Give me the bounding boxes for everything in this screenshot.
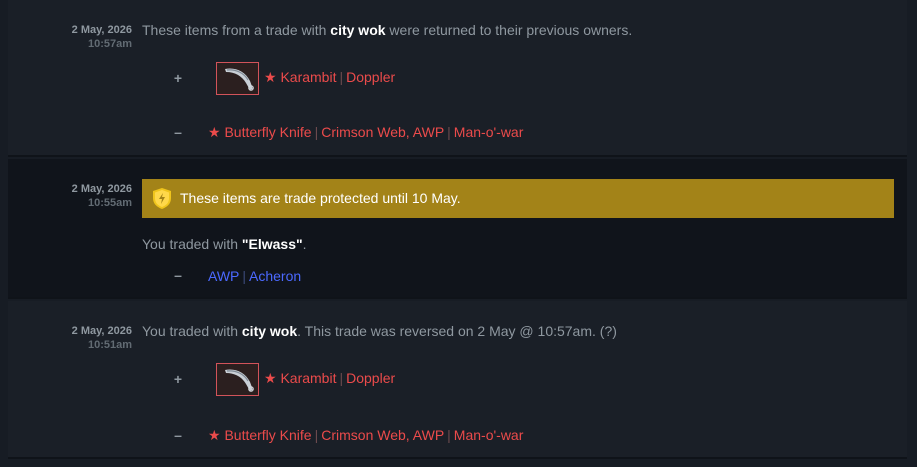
received-item[interactable]: ★ Karambit | Doppler [264, 370, 395, 387]
trade-protection-banner: These items are trade protected until 10… [142, 179, 894, 218]
history-entry: 2 May, 2026 10:55am These items are trad… [8, 159, 907, 299]
entry-description: You traded with "Elwass". [142, 236, 307, 252]
given-items-sign: – [174, 124, 182, 140]
entry-description: These items from a trade with city wok w… [142, 22, 633, 38]
history-entry: 2 May, 2026 10:57am These items from a t… [8, 0, 907, 157]
given-items-sign: – [174, 267, 182, 283]
entry-timestamp: 2 May, 2026 10:55am [71, 183, 132, 209]
entry-timestamp: 2 May, 2026 10:57am [71, 24, 132, 50]
trade-partner-link[interactable]: city wok [242, 323, 297, 339]
received-items-sign: + [173, 70, 183, 86]
received-item[interactable]: ★ Karambit | Doppler [264, 69, 395, 86]
trade-partner-link[interactable]: "Elwass" [242, 236, 303, 252]
given-items[interactable]: ★ Butterfly Knife | Crimson Web, AWP | Man-o… [208, 124, 523, 141]
given-items-sign: – [174, 427, 182, 443]
given-items[interactable]: AWP | Acheron [208, 268, 301, 284]
entry-description: You traded with city wok. This trade was… [142, 323, 617, 339]
entry-timestamp: 2 May, 2026 10:51am [71, 325, 132, 351]
given-items[interactable]: ★ Butterfly Knife | Crimson Web, AWP | Man-o… [208, 427, 523, 444]
karambit-icon[interactable] [216, 62, 259, 95]
trade-partner-link[interactable]: city wok [330, 22, 385, 38]
history-entry: 2 May, 2026 10:51am You traded with city… [8, 301, 907, 459]
shield-icon [152, 187, 172, 215]
received-items-sign: + [173, 371, 183, 387]
karambit-icon[interactable] [216, 363, 259, 396]
